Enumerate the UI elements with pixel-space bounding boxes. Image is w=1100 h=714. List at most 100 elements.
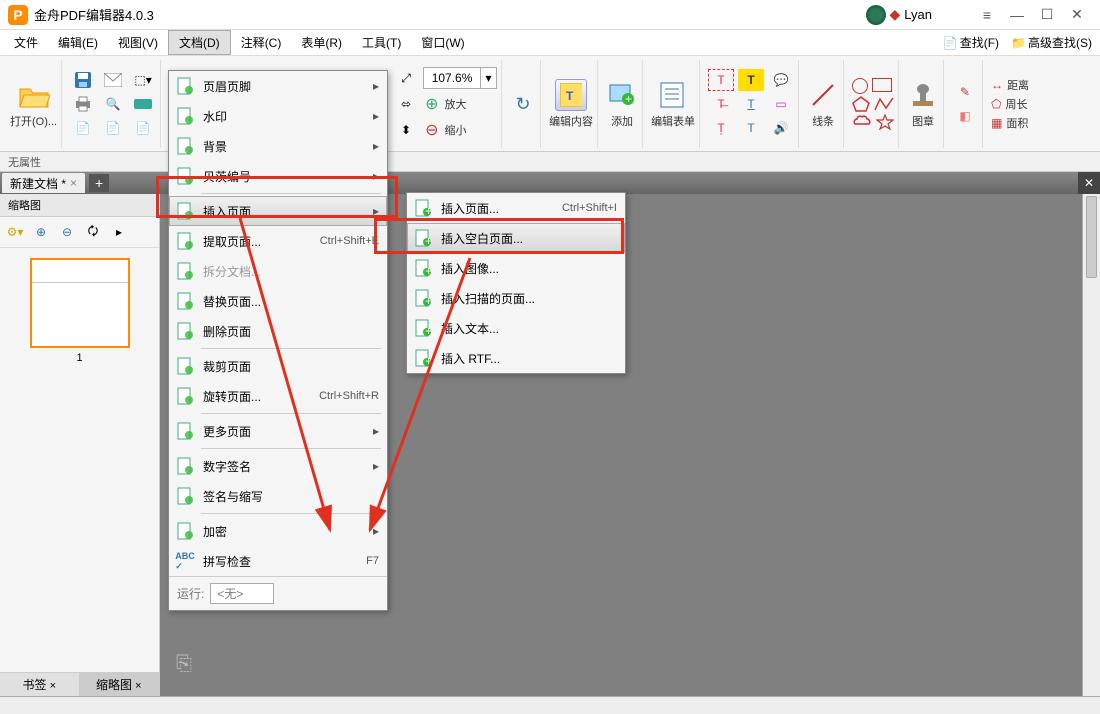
- page-thumbnail[interactable]: [30, 258, 130, 348]
- zoom-in-thumb-button[interactable]: ⊕: [30, 221, 52, 243]
- add-button[interactable]: + 添加: [606, 79, 638, 129]
- menu-tools[interactable]: 工具(T): [352, 31, 411, 54]
- callout-button[interactable]: 💬: [768, 69, 794, 91]
- bookmark-tab[interactable]: 书签 ×: [0, 673, 80, 696]
- menu-view[interactable]: 视图(V): [108, 31, 168, 54]
- polyline-shape-button[interactable]: [874, 96, 894, 112]
- menu-document[interactable]: 文档(D): [168, 30, 231, 55]
- zoom-control[interactable]: 107.6% ▾: [423, 67, 497, 89]
- distance-icon[interactable]: ↔: [991, 78, 1003, 92]
- find-button[interactable]: 📄 查找(F): [939, 32, 1003, 53]
- document-tab[interactable]: 新建文档 * ×: [2, 173, 85, 193]
- note-button[interactable]: ▭: [768, 93, 794, 115]
- edit-content-button[interactable]: T 编辑内容: [549, 79, 593, 129]
- pencil-button[interactable]: ✎: [952, 81, 978, 103]
- advanced-find-button[interactable]: 📁 高级查找(S): [1007, 32, 1096, 53]
- settings-gear-icon[interactable]: ⚙▾: [4, 221, 26, 243]
- menu-item[interactable]: 页眉页脚▸: [169, 71, 387, 101]
- fit-button[interactable]: ⤢: [393, 67, 419, 89]
- rotate-button[interactable]: ↻: [510, 93, 536, 115]
- menu-edit[interactable]: 编辑(E): [48, 31, 108, 54]
- save-button[interactable]: [70, 69, 96, 91]
- menu-window[interactable]: 窗口(W): [411, 31, 474, 54]
- cloud-shape-button[interactable]: [852, 114, 872, 130]
- chevron-down-icon[interactable]: ▾: [480, 68, 496, 88]
- menu-annotate[interactable]: 注释(C): [231, 31, 292, 54]
- print-icon: [74, 96, 92, 112]
- submenu-item[interactable]: +插入扫描的页面...: [407, 283, 625, 313]
- export-button[interactable]: ⬚▾: [130, 69, 156, 91]
- horizontal-scrollbar[interactable]: [0, 696, 1100, 714]
- text-tool-button[interactable]: T: [738, 69, 764, 91]
- rect-shape-button[interactable]: [872, 78, 892, 92]
- minimize-button[interactable]: —: [1002, 5, 1032, 25]
- fit-height-button[interactable]: ⬍: [393, 119, 419, 141]
- vertical-scrollbar[interactable]: [1082, 194, 1100, 696]
- stamp-button[interactable]: 图章: [907, 79, 939, 129]
- new-tab-button[interactable]: +: [89, 174, 109, 192]
- submenu-item[interactable]: +插入页面...Ctrl+Shift+I: [407, 193, 625, 223]
- zoom-in-icon[interactable]: ⊕: [425, 94, 438, 114]
- doc3-button[interactable]: 📄: [130, 117, 156, 139]
- menu-file[interactable]: 文件: [4, 31, 48, 54]
- scan-button[interactable]: [130, 93, 156, 115]
- avatar[interactable]: [866, 5, 886, 25]
- perimeter-icon[interactable]: ⬠: [991, 97, 1001, 111]
- lines-button[interactable]: 线条: [807, 79, 839, 129]
- rotate-thumb-button[interactable]: 🗘: [82, 221, 104, 243]
- open-button[interactable]: 打开(O)...: [10, 79, 57, 129]
- maximize-button[interactable]: ☐: [1032, 5, 1062, 25]
- menu-item[interactable]: ABC✓拼写检查F7: [169, 546, 387, 576]
- replace-text-button[interactable]: T: [738, 117, 764, 139]
- menu-item[interactable]: 插入页面▸: [169, 196, 387, 226]
- menu-item[interactable]: 更多页面▸: [169, 416, 387, 446]
- mail-button[interactable]: [100, 69, 126, 91]
- menu-item[interactable]: 裁剪页面: [169, 351, 387, 381]
- fit-width-button[interactable]: ⬄: [393, 93, 419, 115]
- star-shape-button[interactable]: [876, 114, 894, 130]
- menu-item[interactable]: 背景▸: [169, 131, 387, 161]
- submenu-item[interactable]: +插入图像...: [407, 253, 625, 283]
- edit-form-button[interactable]: 编辑表单: [651, 79, 695, 129]
- thumb-menu-button[interactable]: ▸: [108, 221, 130, 243]
- submenu-item[interactable]: +插入 RTF...: [407, 343, 625, 373]
- menu-item[interactable]: 数字签名▸: [169, 451, 387, 481]
- zoom-out-icon[interactable]: ⊖: [425, 120, 438, 140]
- eraser-button[interactable]: ◧: [952, 105, 978, 127]
- menu-item[interactable]: 替换页面...: [169, 286, 387, 316]
- menu-item[interactable]: 删除页面: [169, 316, 387, 346]
- menu-more-icon[interactable]: ≡: [972, 5, 1002, 25]
- highlight-button[interactable]: T: [708, 69, 734, 91]
- distance-label: 距离: [1007, 77, 1029, 93]
- line-icon: [809, 81, 837, 109]
- print-button[interactable]: [70, 93, 96, 115]
- menu-item[interactable]: 签名与缩写: [169, 481, 387, 511]
- sound-button[interactable]: 🔊: [768, 117, 794, 139]
- menu-item[interactable]: 贝茨编号▸: [169, 161, 387, 191]
- doc2-button[interactable]: 📄: [100, 117, 126, 139]
- menu-item[interactable]: 提取页面...Ctrl+Shift+E: [169, 226, 387, 256]
- close-button[interactable]: ✕: [1062, 5, 1092, 25]
- menu-item[interactable]: 拆分文档...: [169, 256, 387, 286]
- search-button[interactable]: 🔍: [100, 93, 126, 115]
- run-select[interactable]: <无>: [210, 583, 274, 604]
- menu-item[interactable]: 水印▸: [169, 101, 387, 131]
- thumbnail-tab[interactable]: 缩略图 ×: [80, 673, 160, 696]
- copy-icon[interactable]: ⎘: [176, 653, 192, 676]
- underline-button[interactable]: T: [738, 93, 764, 115]
- menu-item[interactable]: 加密▸: [169, 516, 387, 546]
- close-tab-icon[interactable]: ×: [70, 176, 77, 190]
- area-icon[interactable]: ▦: [991, 116, 1002, 130]
- menu-form[interactable]: 表单(R): [291, 31, 352, 54]
- strike-button[interactable]: T̶: [708, 93, 734, 115]
- pentagon-shape-button[interactable]: [852, 96, 870, 112]
- scanner-icon: [134, 98, 152, 110]
- insert-text-button[interactable]: T̩: [708, 117, 734, 139]
- menu-item[interactable]: 旋转页面...Ctrl+Shift+R: [169, 381, 387, 411]
- doc-button[interactable]: 📄: [70, 117, 96, 139]
- circle-shape-button[interactable]: [852, 78, 868, 94]
- zoom-out-thumb-button[interactable]: ⊖: [56, 221, 78, 243]
- submenu-item[interactable]: +插入空白页面...: [407, 223, 625, 253]
- submenu-item[interactable]: +插入文本...: [407, 313, 625, 343]
- close-all-tabs-button[interactable]: ✕: [1078, 172, 1100, 194]
